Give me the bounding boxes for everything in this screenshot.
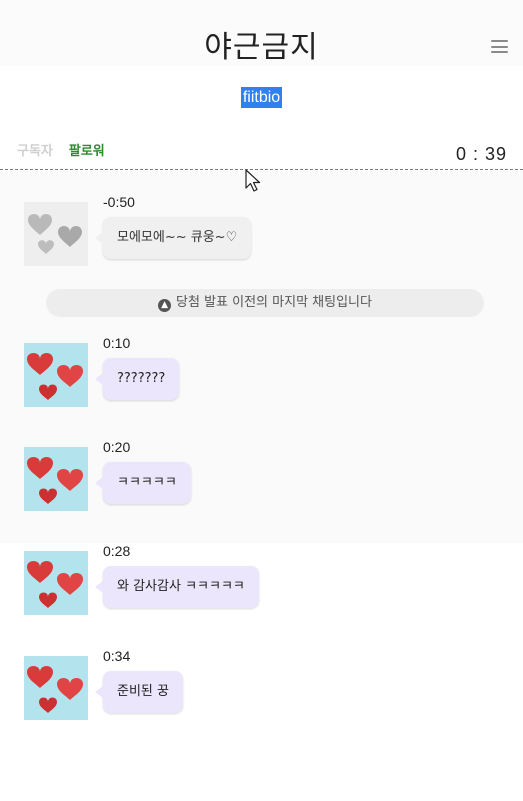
message-time: 0:20 xyxy=(103,439,131,455)
subtitle-text: fiitbio xyxy=(240,87,283,108)
avatar xyxy=(24,202,88,266)
avatar xyxy=(24,656,88,720)
message-bubble: 모에모에~~ 큐웅~♡ xyxy=(94,217,252,259)
chevron-up-icon: ▲ xyxy=(158,299,172,312)
avatar xyxy=(24,551,88,615)
hearts-icon xyxy=(28,214,82,254)
tab-subscriber[interactable]: 구독자 xyxy=(17,140,53,159)
avatar xyxy=(24,343,88,407)
message-time: 0:28 xyxy=(103,543,131,559)
hearts-icon xyxy=(27,666,83,713)
header: 야근금지 xyxy=(0,0,523,66)
timer: 0 : 39 xyxy=(455,144,507,164)
message-bubble: ㅋㅋㅋㅋㅋ xyxy=(95,462,191,504)
hearts-icon xyxy=(27,561,83,608)
message-bubble: ??????? xyxy=(94,358,180,400)
page-title: 야근금지 xyxy=(204,30,319,65)
hearts-icon xyxy=(27,353,83,400)
message-bubble: 준비된 꿍 xyxy=(95,671,183,713)
hamburger-menu-icon[interactable] xyxy=(491,40,508,53)
mouse-cursor-icon xyxy=(245,169,261,192)
message-time: 0:10 xyxy=(103,335,131,351)
avatar xyxy=(24,447,88,511)
message-time: 0:34 xyxy=(103,648,131,664)
subtitle: fiitbio xyxy=(0,87,523,108)
notice-text: 당첨 발표 이전의 마지막 채팅입니다 xyxy=(176,295,372,310)
message-time: -0:50 xyxy=(103,194,135,210)
message-bubble: 와 감사감사 ㅋㅋㅋㅋㅋ xyxy=(95,566,259,608)
tab-bar: 구독자 팔로워 xyxy=(17,140,105,159)
last-chat-notice: ▲ 당첨 발표 이전의 마지막 채팅입니다 xyxy=(46,289,484,317)
tab-follower[interactable]: 팔로워 xyxy=(69,140,105,159)
hearts-icon xyxy=(27,457,83,504)
